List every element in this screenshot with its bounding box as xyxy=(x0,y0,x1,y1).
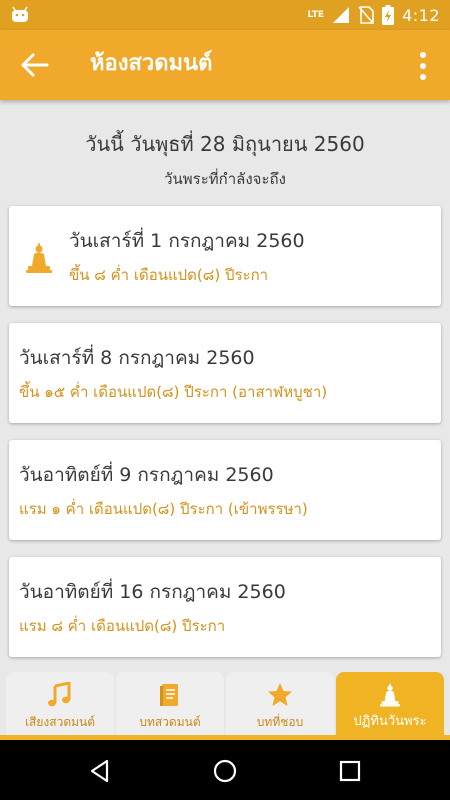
network-label: LTE xyxy=(307,10,325,20)
tab-holy-day-calendar[interactable]: ปฏิทินวันพระ xyxy=(336,672,444,738)
more-vert-icon[interactable] xyxy=(416,50,430,82)
back-triangle-icon[interactable] xyxy=(87,758,113,784)
card-lunar-date: ขึ้น ๘ ค่ำ เดือนแปด(๘) ปีระกา xyxy=(69,266,269,284)
holy-day-card-4[interactable]: วันอาทิตย์ที่ 16 กรกฎาคม 2560 แรม ๘ ค่ำ … xyxy=(9,557,441,657)
card-date: วันอาทิตย์ที่ 16 กรกฎาคม 2560 xyxy=(19,581,286,603)
card-date: วันเสาร์ที่ 1 กรกฎาคม 2560 xyxy=(69,230,305,252)
tab-label: บทสวดมนต์ xyxy=(139,715,201,729)
bottom-nav: เสียงสวดมนต์ บทสวดมนต์ บทที่ชอบ ปฏิทินวั… xyxy=(0,670,450,740)
holy-day-card-3[interactable]: วันอาทิตย์ที่ 9 กรกฎาคม 2560 แรม ๑ ค่ำ เ… xyxy=(9,440,441,540)
status-bar: LTE 4:12 xyxy=(0,0,450,30)
back-arrow-icon[interactable] xyxy=(20,52,50,78)
app-bar: ห้องสวดมนต์ xyxy=(0,30,450,100)
card-date: วันเสาร์ที่ 8 กรกฎาคม 2560 xyxy=(19,347,255,369)
today-date: วันนี้ วันพุธที่ 28 มิถุนายน 2560 xyxy=(85,132,365,156)
recents-square-icon[interactable] xyxy=(337,758,363,784)
tab-favorites[interactable]: บทที่ชอบ xyxy=(226,672,334,738)
status-time: 4:12 xyxy=(402,5,440,25)
tab-label: บทที่ชอบ xyxy=(256,715,304,729)
holy-day-card-1[interactable]: วันเสาร์ที่ 1 กรกฎาคม 2560 ขึ้น ๘ ค่ำ เด… xyxy=(9,206,441,306)
battery-charging-icon xyxy=(382,5,395,25)
star-icon xyxy=(268,683,292,706)
no-sim-icon xyxy=(358,6,374,24)
buddha-icon xyxy=(380,682,400,707)
tab-chanting-audio[interactable]: เสียงสวดมนต์ xyxy=(6,672,114,738)
book-icon xyxy=(160,684,178,706)
buddha-icon xyxy=(26,242,52,273)
tab-label: ปฏิทินวันพระ xyxy=(353,714,427,729)
system-nav-bar xyxy=(0,740,450,800)
android-notification-icon xyxy=(12,6,28,22)
card-lunar-date: แรม ๘ ค่ำ เดือนแปด(๘) ปีระกา xyxy=(19,617,226,635)
tab-chants[interactable]: บทสวดมนต์ xyxy=(116,672,224,738)
home-circle-icon[interactable] xyxy=(212,758,238,784)
card-lunar-date: ขึ้น ๑๕ ค่ำ เดือนแปด(๘) ปีระกา (อาสาฬหบู… xyxy=(19,383,328,401)
upcoming-heading: วันพระที่กำลังจะถึง xyxy=(164,170,286,188)
card-lunar-date: แรม ๑ ค่ำ เดือนแปด(๘) ปีระกา (เข้าพรรษา) xyxy=(19,500,308,518)
tab-label: เสียงสวดมนต์ xyxy=(24,715,96,729)
app-title: ห้องสวดมนต์ xyxy=(90,51,213,76)
signal-icon xyxy=(333,7,350,23)
card-date: วันอาทิตย์ที่ 9 กรกฎาคม 2560 xyxy=(19,464,274,486)
music-note-icon xyxy=(48,682,71,707)
holy-day-card-2[interactable]: วันเสาร์ที่ 8 กรกฎาคม 2560 ขึ้น ๑๕ ค่ำ เ… xyxy=(9,323,441,423)
